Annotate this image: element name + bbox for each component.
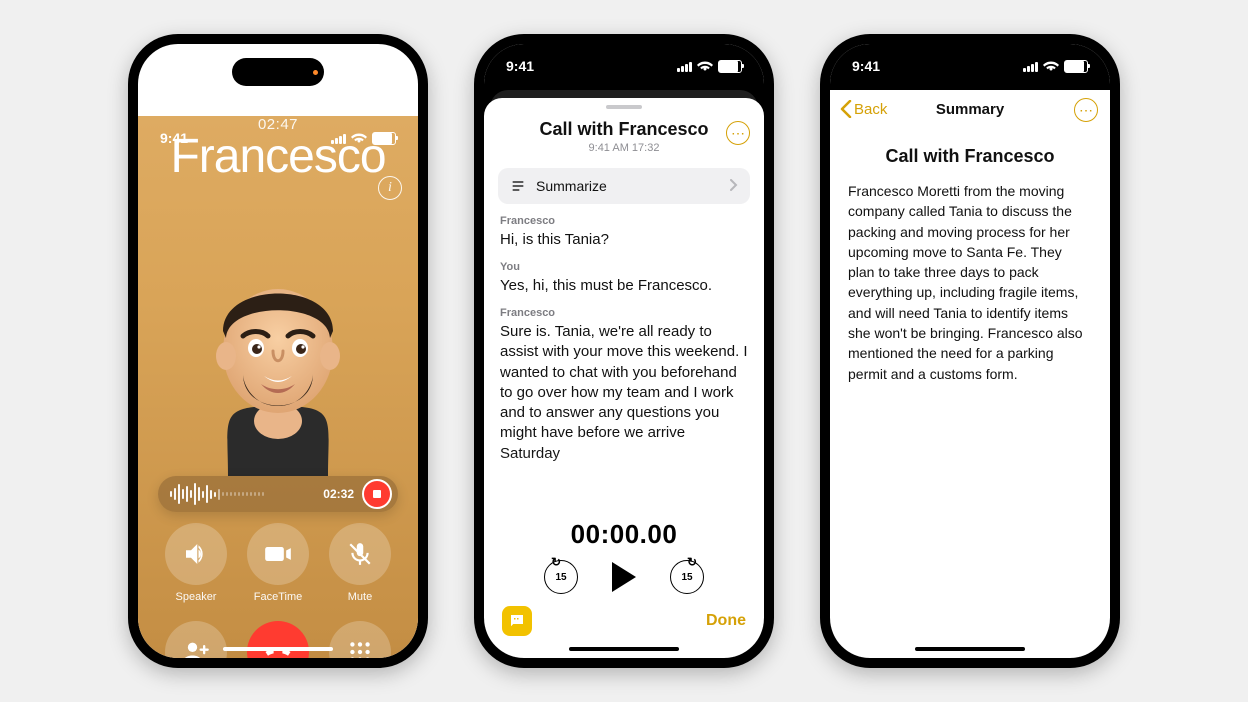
dynamic-island bbox=[924, 58, 1016, 86]
summary-body: Francesco Moretti from the moving compan… bbox=[830, 181, 1110, 384]
battery-icon bbox=[1064, 60, 1088, 73]
home-indicator[interactable] bbox=[915, 647, 1025, 651]
end-call-button[interactable]: End bbox=[247, 621, 309, 658]
note-subtitle: 9:41 AM 17:32 bbox=[528, 142, 720, 154]
summarize-button[interactable]: Summarize bbox=[498, 168, 750, 204]
note-title: Call with Francesco bbox=[528, 119, 720, 140]
call-info-button[interactable]: i bbox=[378, 176, 402, 200]
home-indicator[interactable] bbox=[569, 647, 679, 651]
transcript-entry: Francesco Hi, is this Tania? bbox=[500, 214, 748, 250]
wifi-icon bbox=[351, 132, 367, 144]
stop-record-button[interactable] bbox=[362, 479, 392, 509]
battery-icon bbox=[718, 60, 742, 73]
keypad-button[interactable]: Keypad bbox=[329, 621, 391, 658]
play-button[interactable] bbox=[612, 562, 636, 592]
transcript-body[interactable]: Francesco Hi, is this Tania? You Yes, hi… bbox=[484, 214, 764, 513]
add-call-button[interactable]: Add bbox=[165, 621, 227, 658]
transcript-entry: Francesco Sure is. Tania, we're all read… bbox=[500, 306, 748, 464]
dynamic-island bbox=[232, 58, 324, 86]
transcript-entry: You Yes, hi, this must be Francesco. bbox=[500, 260, 748, 296]
home-indicator[interactable] bbox=[223, 647, 333, 651]
summarize-icon bbox=[510, 178, 526, 194]
summarize-label: Summarize bbox=[536, 178, 607, 194]
status-time: 9:41 bbox=[506, 58, 534, 74]
back-button[interactable]: Back bbox=[840, 90, 887, 128]
transcript-toggle-button[interactable] bbox=[502, 606, 532, 636]
skip-back-15-button[interactable]: ↺15 bbox=[544, 560, 578, 594]
phone-summary: 9:41 Back Summary ⋯ bbox=[820, 34, 1120, 668]
waveform-icon bbox=[170, 483, 315, 505]
facetime-button[interactable]: FaceTime bbox=[247, 523, 309, 603]
note-sheet: Call with Francesco 9:41 AM 17:32 ⋯ Summ… bbox=[484, 98, 764, 658]
recording-time: 02:32 bbox=[323, 487, 354, 501]
cellular-icon bbox=[1023, 61, 1038, 72]
mute-button[interactable]: Mute bbox=[329, 523, 391, 603]
cellular-icon bbox=[331, 133, 346, 144]
skip-forward-15-button[interactable]: ↻15 bbox=[670, 560, 704, 594]
audio-player: 00:00.00 ↺15 ↻15 bbox=[484, 513, 764, 596]
wifi-icon bbox=[1043, 60, 1059, 72]
caller-memoji bbox=[188, 256, 368, 476]
speaker-button[interactable]: Speaker bbox=[165, 523, 227, 603]
status-bar: 9:41 bbox=[138, 116, 418, 166]
summary-title: Call with Francesco bbox=[830, 146, 1110, 167]
done-button[interactable]: Done bbox=[706, 612, 746, 630]
status-time: 9:41 bbox=[852, 58, 880, 74]
battery-icon bbox=[372, 132, 396, 145]
cellular-icon bbox=[677, 61, 692, 72]
dynamic-island bbox=[578, 58, 670, 86]
nav-title: Summary bbox=[936, 101, 1004, 118]
chevron-right-icon bbox=[730, 178, 738, 194]
more-button[interactable]: ⋯ bbox=[726, 121, 750, 145]
playback-time: 00:00.00 bbox=[484, 519, 764, 550]
status-time: 9:41 bbox=[160, 130, 188, 146]
phone-transcript: 9:41 Call with Francesco 9:41 AM 17:32 ⋯ bbox=[474, 34, 774, 668]
recording-indicator[interactable]: 02:32 bbox=[158, 476, 398, 512]
more-button[interactable]: ⋯ bbox=[1074, 98, 1098, 122]
wifi-icon bbox=[697, 60, 713, 72]
phone-call: 9:41 i 02:47 Francesco bbox=[128, 34, 428, 668]
